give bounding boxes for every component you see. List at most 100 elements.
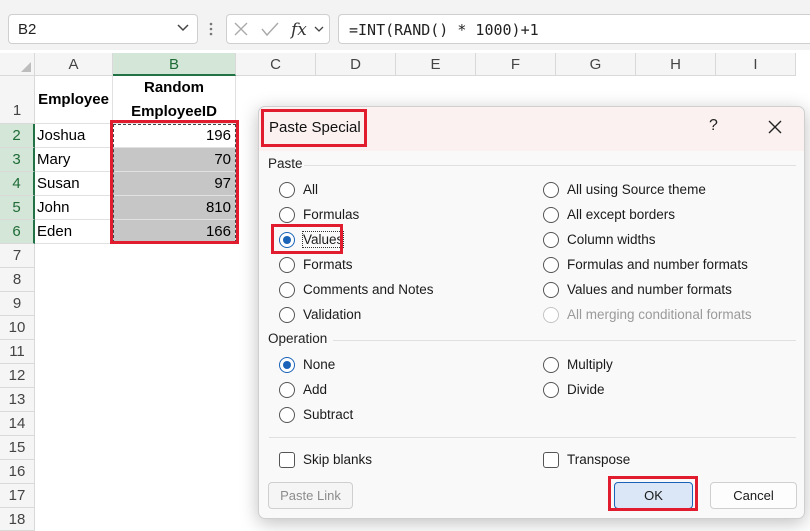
paste-option-formulas-number-formats-label: Formulas and number formats (567, 257, 748, 272)
column-header-d[interactable]: D (316, 53, 396, 76)
enter-check-icon[interactable] (261, 21, 279, 37)
chevron-down-icon[interactable] (175, 19, 191, 35)
skip-blanks-box[interactable] (279, 452, 295, 468)
paste-option-values-number-formats[interactable]: Values and number formats (543, 280, 732, 300)
column-header-h[interactable]: H (636, 53, 716, 76)
row-header-10[interactable]: 10 (0, 316, 35, 340)
operation-option-subtract[interactable]: Subtract (279, 405, 353, 425)
formula-buttons: fx (226, 14, 330, 44)
operation-option-subtract-label: Subtract (303, 407, 354, 422)
cell-a2[interactable]: Joshua (35, 124, 113, 148)
row-header-3[interactable]: 3 (0, 148, 35, 172)
highlight-box-ok (608, 476, 698, 511)
radio-add[interactable] (279, 382, 295, 398)
radio-values-number-formats[interactable] (543, 282, 559, 298)
column-header-e[interactable]: E (396, 53, 476, 76)
operation-option-none[interactable]: None (279, 355, 335, 375)
corner-triangle-icon (21, 62, 31, 72)
cell-a3[interactable]: Mary (35, 148, 113, 172)
row-header-11[interactable]: 11 (0, 340, 35, 364)
row-header-1[interactable]: 1 (0, 76, 35, 124)
highlight-box-range (110, 120, 239, 244)
row-header-18[interactable]: 18 (0, 508, 35, 531)
paste-option-comments-notes[interactable]: Comments and Notes (279, 280, 434, 300)
row-header-16[interactable]: 16 (0, 460, 35, 484)
radio-validation[interactable] (279, 307, 295, 323)
column-header-g[interactable]: G (556, 53, 636, 76)
skip-blanks-checkbox[interactable]: Skip blanks (279, 450, 372, 470)
highlight-box-values (271, 224, 343, 254)
row-header-17[interactable]: 17 (0, 484, 35, 508)
row-header-15[interactable]: 15 (0, 436, 35, 460)
paste-option-validation[interactable]: Validation (279, 305, 361, 325)
radio-formats[interactable] (279, 257, 295, 273)
cell-a6[interactable]: Eden (35, 220, 113, 244)
help-button[interactable]: ? (709, 117, 718, 135)
cell-b1[interactable]: Random EmployeeID (113, 76, 236, 124)
operation-option-add[interactable]: Add (279, 380, 327, 400)
column-header-b[interactable]: B (113, 53, 236, 76)
paste-option-except-borders[interactable]: All except borders (543, 205, 675, 225)
formula-bar-area: B2 fx =INT(RAND() * 1000)+1 (0, 0, 810, 50)
paste-option-values-number-formats-label: Values and number formats (567, 282, 732, 297)
row-header-12[interactable]: 12 (0, 364, 35, 388)
cell-a5[interactable]: John (35, 196, 113, 220)
radio-formulas[interactable] (279, 207, 295, 223)
operation-option-divide[interactable]: Divide (543, 380, 605, 400)
paste-option-column-widths[interactable]: Column widths (543, 230, 656, 250)
paste-option-merging-conditional-formats: All merging conditional formats (543, 305, 752, 325)
cancel-button[interactable]: Cancel (710, 482, 797, 509)
radio-none[interactable] (279, 357, 295, 373)
name-box-value: B2 (18, 21, 37, 38)
formula-input[interactable]: =INT(RAND() * 1000)+1 (338, 14, 810, 44)
header-b-line1: Random (144, 79, 204, 96)
row-header-6[interactable]: 6 (0, 220, 35, 244)
select-all-corner[interactable] (0, 53, 35, 76)
column-header-i[interactable]: I (716, 53, 796, 76)
radio-formulas-number-formats[interactable] (543, 257, 559, 273)
paste-option-formulas[interactable]: Formulas (279, 205, 359, 225)
row-header-7[interactable]: 7 (0, 244, 35, 268)
cancel-icon[interactable] (233, 21, 249, 37)
highlight-box-title (261, 109, 367, 147)
transpose-box[interactable] (543, 452, 559, 468)
radio-all[interactable] (279, 182, 295, 198)
name-box[interactable]: B2 (8, 14, 198, 44)
radio-except-borders[interactable] (543, 207, 559, 223)
row-header-5[interactable]: 5 (0, 196, 35, 220)
row-header-4[interactable]: 4 (0, 172, 35, 196)
row-header-8[interactable]: 8 (0, 268, 35, 292)
radio-column-widths[interactable] (543, 232, 559, 248)
skip-blanks-label: Skip blanks (303, 452, 373, 467)
row-header-9[interactable]: 9 (0, 292, 35, 316)
more-options-icon[interactable] (204, 22, 218, 36)
row-header-13[interactable]: 13 (0, 388, 35, 412)
paste-option-source-theme[interactable]: All using Source theme (543, 180, 706, 200)
paste-link-button: Paste Link (268, 482, 353, 509)
transpose-checkbox[interactable]: Transpose (543, 450, 630, 470)
cell-a4[interactable]: Susan (35, 172, 113, 196)
radio-multiply[interactable] (543, 357, 559, 373)
operation-option-none-label: None (303, 357, 336, 372)
radio-divide[interactable] (543, 382, 559, 398)
paste-option-all-label: All (303, 182, 319, 197)
paste-special-dialog: Paste Special ? Paste All Formulas Value… (258, 106, 805, 519)
column-header-a[interactable]: A (35, 53, 113, 76)
radio-comments-notes[interactable] (279, 282, 295, 298)
paste-option-formats[interactable]: Formats (279, 255, 353, 275)
row-header-2[interactable]: 2 (0, 124, 35, 148)
radio-source-theme[interactable] (543, 182, 559, 198)
insert-function-icon[interactable]: fx (289, 19, 311, 39)
close-icon[interactable] (767, 119, 783, 135)
column-header-f[interactable]: F (476, 53, 556, 76)
radio-subtract[interactable] (279, 407, 295, 423)
row-header-14[interactable]: 14 (0, 412, 35, 436)
radio-merging-conditional-formats (543, 307, 559, 323)
paste-option-formulas-number-formats[interactable]: Formulas and number formats (543, 255, 748, 275)
chevron-down-icon[interactable] (313, 23, 325, 35)
column-header-c[interactable]: C (236, 53, 316, 76)
cell-a1[interactable]: Employee (35, 76, 113, 124)
operation-option-multiply[interactable]: Multiply (543, 355, 613, 375)
paste-option-all[interactable]: All (279, 180, 318, 200)
paste-option-except-borders-label: All except borders (567, 207, 676, 222)
